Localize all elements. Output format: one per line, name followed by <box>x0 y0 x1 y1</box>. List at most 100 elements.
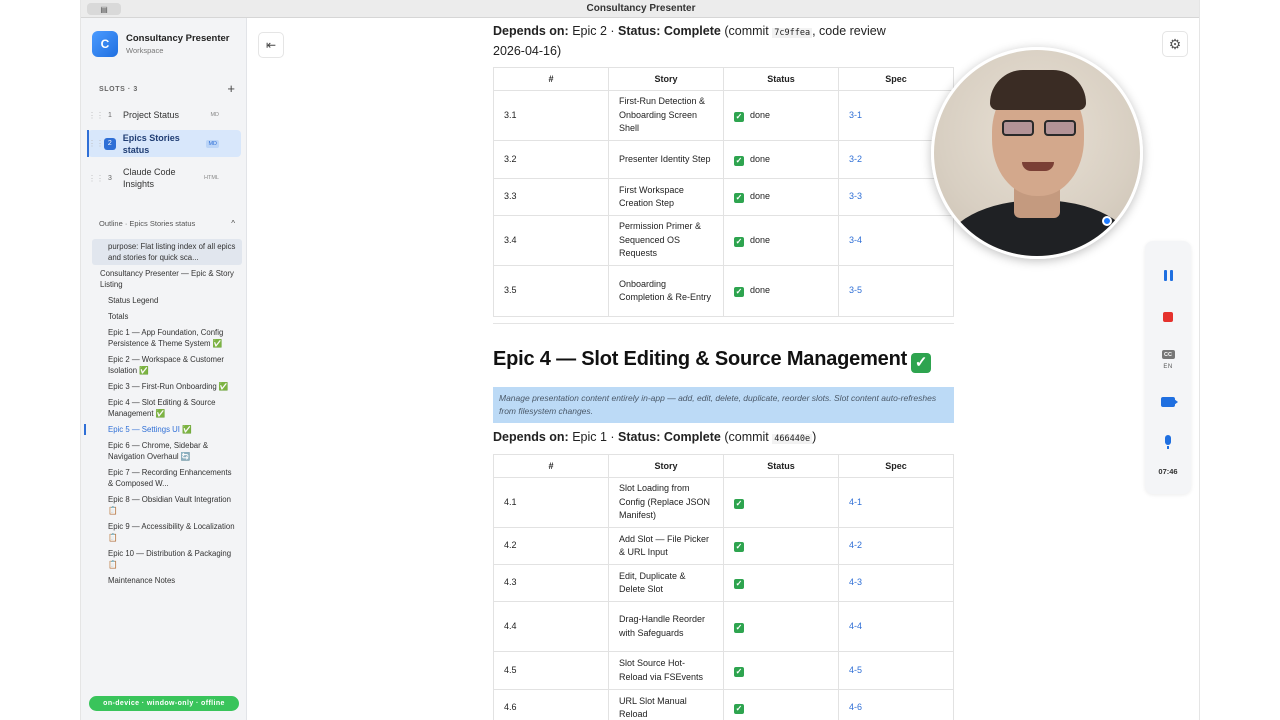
epic3-stories-table: # Story Status Spec 3.1 First-Run Detect… <box>493 67 954 317</box>
outline-item[interactable]: Epic 6 — Chrome, Sidebar & Navigation Ov… <box>92 440 242 462</box>
epic4-description: Manage presentation content entirely in-… <box>493 387 954 423</box>
outline-item[interactable]: Epic 8 — Obsidian Vault Integration 📋 <box>92 494 242 516</box>
column-header: Status <box>723 67 839 91</box>
stop-button[interactable] <box>1145 312 1191 322</box>
story-status: ✓ done <box>723 265 839 317</box>
outline-item-purpose[interactable]: purpose: Flat listing index of all epics… <box>92 239 242 265</box>
story-status: ✓ <box>723 601 839 652</box>
story-title: Add Slot — File Picker & URL Input <box>608 527 724 565</box>
story-status: ✓ done <box>723 215 839 266</box>
captions-language: EN <box>1163 364 1173 370</box>
outline-item[interactable]: Epic 7 — Recording Enhancements & Compos… <box>92 467 242 489</box>
table-row: 3.5 Onboarding Completion & Re-Entry ✓ do… <box>493 265 954 317</box>
commit-hash: 7c9ffea <box>772 28 813 38</box>
spec-link[interactable]: 4-6 <box>838 689 954 720</box>
outline-item[interactable]: Epic 10 — Distribution & Packaging 📋 <box>92 548 242 570</box>
pause-icon <box>1163 270 1173 281</box>
story-id: 3.1 <box>493 90 609 141</box>
webcam-preview[interactable] <box>931 47 1143 259</box>
spec-link[interactable]: 3-4 <box>838 215 954 266</box>
recording-controls: CC EN 07:46 <box>1145 241 1191 494</box>
drag-handle-icon[interactable]: ⋮⋮ <box>88 174 104 183</box>
spec-link[interactable]: 4-3 <box>838 564 954 602</box>
slot-type-badge: MD <box>210 112 219 118</box>
outline-item[interactable]: Status Legend <box>92 295 242 306</box>
column-header: Spec <box>838 67 954 91</box>
slot-name: Epics Stories status <box>122 132 180 155</box>
add-slot-button[interactable]: + <box>227 82 235 95</box>
workspace-switcher[interactable]: C Consultancy Presenter Workspace <box>92 31 229 57</box>
slot-type-badge: HTML <box>204 175 219 181</box>
outline-item[interactable]: Totals <box>92 311 242 322</box>
camera-toggle-button[interactable] <box>1145 397 1191 407</box>
slot-item-epics-stories-status[interactable]: ⋮⋮ 2 Epics Stories status MD <box>87 130 241 157</box>
chevron-up-icon[interactable]: ^ <box>231 219 235 228</box>
spec-link[interactable]: 4-5 <box>838 651 954 690</box>
slot-number: 2 <box>104 137 116 150</box>
story-status: ✓ <box>723 477 839 528</box>
check-icon: ✓ <box>734 579 744 590</box>
slot-item-claude-code-insights[interactable]: ⋮⋮ 3 Claude Code Insights HTML <box>88 164 241 192</box>
table-row: 4.6 URL Slot Manual Reload ✓ 4-6 <box>493 689 954 720</box>
markdown-document: Depends on: Epic 2 · Status: Complete (c… <box>493 18 955 720</box>
table-row: 4.4 Drag-Handle Reorder with Safeguards … <box>493 601 954 652</box>
story-status: ✓ done <box>723 178 839 216</box>
drag-handle-icon[interactable]: ⋮⋮ <box>88 139 104 148</box>
story-id: 3.5 <box>493 265 609 317</box>
outline-item-current[interactable]: Epic 5 — Settings UI ✅ <box>92 424 242 435</box>
resize-handle-icon[interactable] <box>1102 216 1112 226</box>
slot-number: 3 <box>108 174 112 182</box>
spec-link[interactable]: 4-2 <box>838 527 954 565</box>
outline-item[interactable]: Epic 9 — Accessibility & Localization 📋 <box>92 521 242 543</box>
story-title: Slot Loading from Config (Replace JSON M… <box>608 477 724 528</box>
check-icon: ✓ <box>734 236 744 247</box>
spec-link[interactable]: 4-4 <box>838 601 954 652</box>
outline-item[interactable]: Epic 4 — Slot Editing & Source Managemen… <box>92 397 242 419</box>
collapse-sidebar-button[interactable]: ⇤ <box>258 32 284 58</box>
outline-header[interactable]: Outline · Epics Stories status ^ <box>99 219 235 228</box>
story-status: ✓ <box>723 527 839 565</box>
check-icon: ✓ <box>734 542 744 553</box>
outline-item[interactable]: Epic 3 — First-Run Onboarding ✅ <box>92 381 242 392</box>
outline-item[interactable]: Epic 1 — App Foundation, Config Persiste… <box>92 327 242 349</box>
pause-button[interactable] <box>1145 270 1191 281</box>
active-indicator <box>87 130 89 157</box>
sidebar: C Consultancy Presenter Workspace SLOTS … <box>81 18 247 720</box>
story-id: 4.1 <box>493 477 609 528</box>
slots-header: SLOTS · 3 + <box>99 82 235 95</box>
story-title: Drag-Handle Reorder with Safeguards <box>608 601 724 652</box>
spec-link[interactable]: 4-1 <box>838 477 954 528</box>
spec-link[interactable]: 3-5 <box>838 265 954 317</box>
camera-icon <box>1161 397 1178 407</box>
settings-button[interactable]: ⚙ <box>1162 31 1188 57</box>
captions-button[interactable]: CC EN <box>1145 350 1191 370</box>
check-icon: ✓ <box>734 111 744 122</box>
outline-item[interactable]: Consultancy Presenter — Epic & Story Lis… <box>92 268 242 290</box>
table-row: 4.2 Add Slot — File Picker & URL Input ✓… <box>493 527 954 565</box>
desktop-margin-right <box>1200 0 1280 720</box>
drag-handle-icon[interactable]: ⋮⋮ <box>88 111 104 120</box>
sidebar-icon[interactable]: ▤ <box>87 3 121 15</box>
check-icon: ✓ <box>734 666 744 677</box>
table-header-row: # Story Status Spec <box>493 454 954 478</box>
epic4-stories-table: # Story Status Spec 4.1 Slot Loading fro… <box>493 454 954 720</box>
microphone-icon <box>1165 435 1171 449</box>
column-header: Story <box>608 454 724 478</box>
check-icon: ✓ <box>734 704 744 715</box>
column-header: # <box>493 454 609 478</box>
microphone-toggle-button[interactable] <box>1145 435 1191 449</box>
story-id: 4.6 <box>493 689 609 720</box>
slot-item-project-status[interactable]: ⋮⋮ 1 Project Status MD <box>88 106 241 124</box>
story-status: ✓ done <box>723 140 839 179</box>
outline-item[interactable]: Epic 2 — Workspace & Customer Isolation … <box>92 354 242 376</box>
outline-active-indicator <box>84 424 86 435</box>
outline-item[interactable]: Maintenance Notes <box>92 575 242 586</box>
check-icon: ✓ <box>911 353 932 373</box>
column-header: Status <box>723 454 839 478</box>
slots-count-label: SLOTS · 3 <box>99 85 138 93</box>
commit-hash: 466440e <box>772 434 813 444</box>
check-icon: ✓ <box>734 498 744 509</box>
story-title: First-Run Detection & Onboarding Screen … <box>608 90 724 141</box>
privacy-status-badge: on-device · window-only · offline <box>89 696 239 711</box>
check-icon: ✓ <box>734 622 744 633</box>
